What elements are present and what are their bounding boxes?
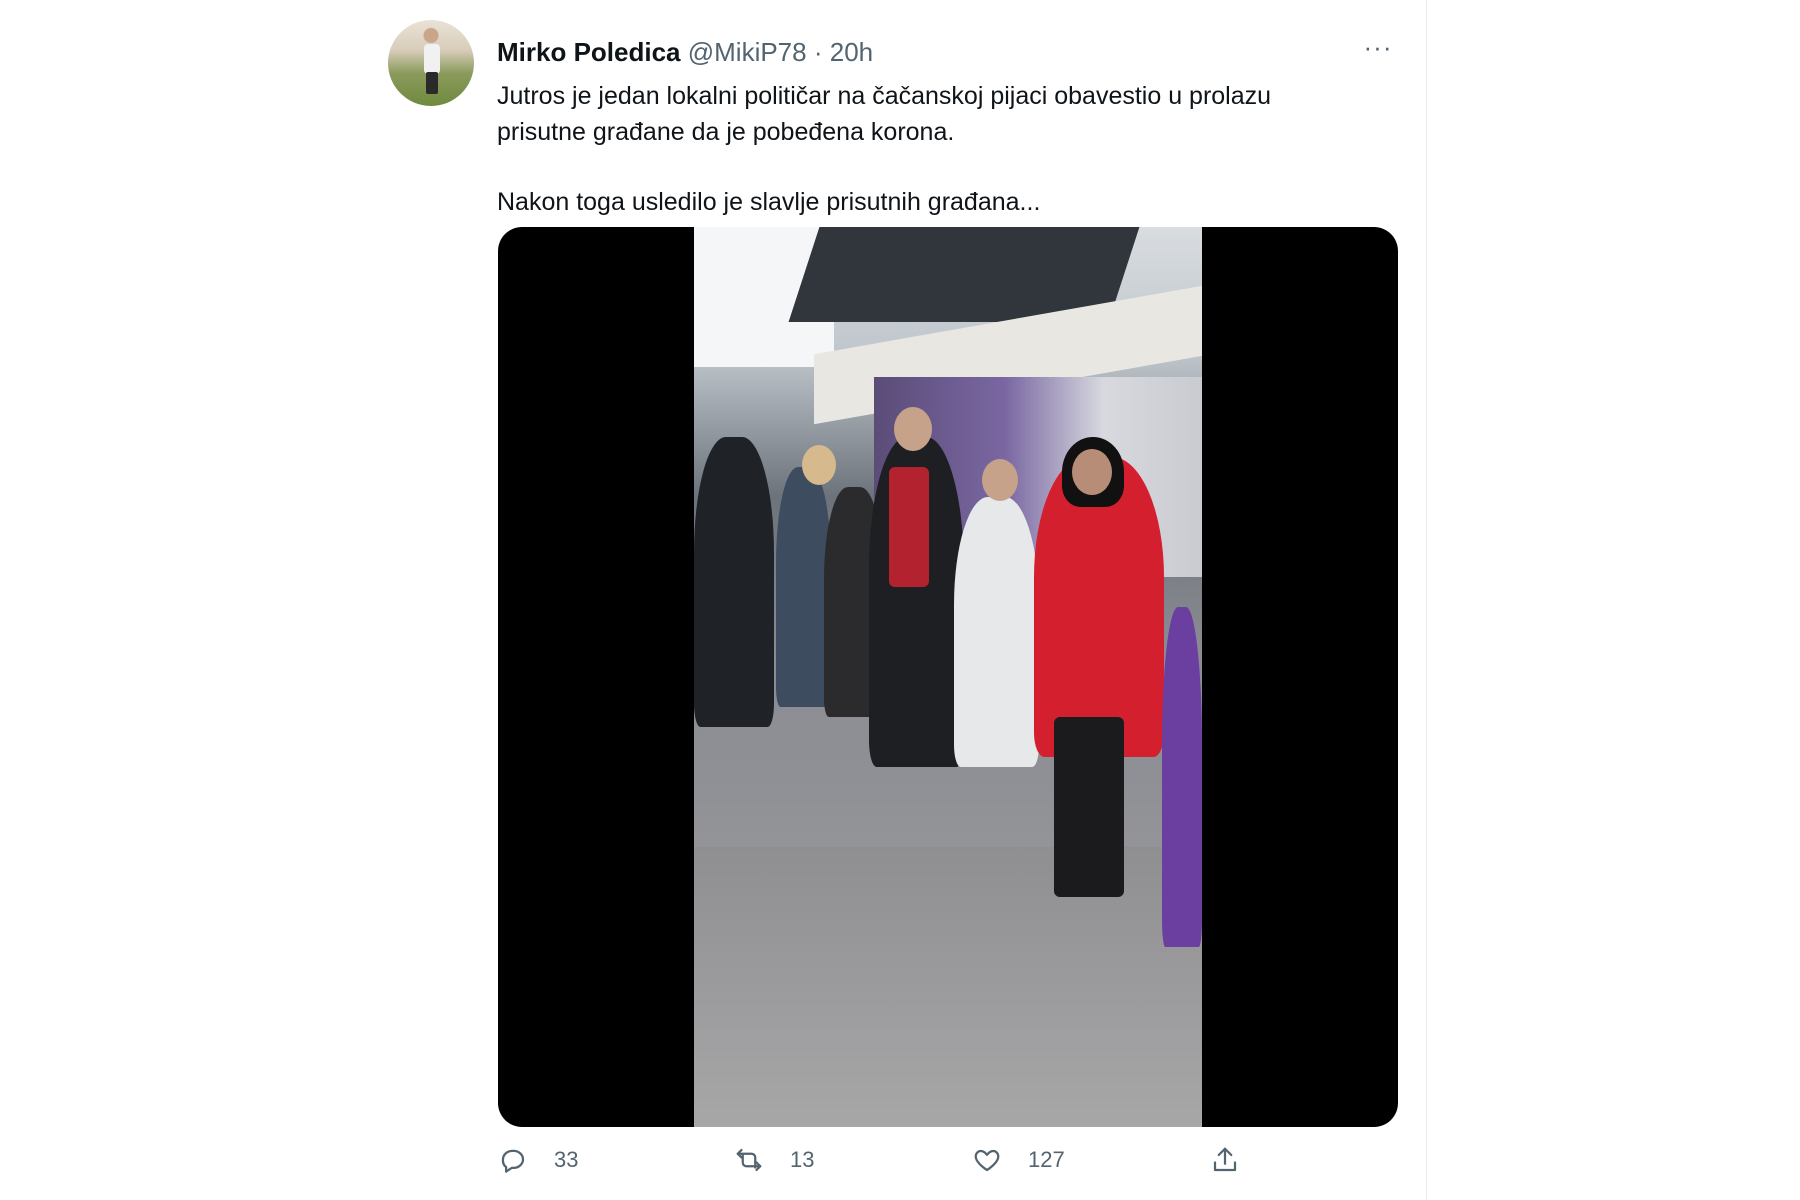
share-button[interactable]: [1210, 1140, 1240, 1180]
video-person: [954, 497, 1039, 767]
video-person-head: [894, 407, 932, 451]
author-handle[interactable]: @MikiP78: [688, 37, 807, 67]
video-person-legs: [1054, 717, 1124, 897]
tweet-text: Jutros je jedan lokalni političar na čač…: [497, 78, 1377, 220]
reply-icon: [501, 1149, 525, 1173]
video-person: [694, 437, 774, 727]
video-person-head: [802, 445, 836, 485]
video-person-head: [1072, 449, 1112, 495]
tweet-text-line: prisutne građane da je pobeđena korona.: [497, 118, 955, 146]
like-button[interactable]: 127: [972, 1140, 1065, 1180]
retweet-button[interactable]: 13: [734, 1140, 814, 1180]
avatar-figure-legs: [426, 72, 438, 94]
retweet-icon: [736, 1148, 762, 1172]
retweet-count: 13: [790, 1147, 815, 1172]
tweet-media[interactable]: [498, 227, 1398, 1127]
column-divider: [1426, 0, 1427, 1200]
tweet-text-line: Nakon toga usledilo je slavlje prisutnih…: [497, 188, 1041, 216]
heart-icon: [974, 1149, 1000, 1172]
tweet-actions: 33 13 127: [498, 1140, 1398, 1180]
tweet-text-line: Jutros je jedan lokalni političar na čač…: [497, 82, 1272, 110]
video-ground: [694, 847, 1202, 1127]
author-name[interactable]: Mirko Poledica: [497, 37, 681, 67]
video-person: [776, 467, 831, 707]
header-separator: ·: [813, 37, 823, 67]
tweet-header: Mirko Poledica @MikiP78 · 20h: [497, 36, 873, 68]
like-count: 127: [1028, 1147, 1065, 1172]
avatar[interactable]: [388, 20, 474, 106]
reply-button[interactable]: 33: [498, 1140, 578, 1180]
share-icon: [1213, 1147, 1237, 1172]
tweet-timestamp[interactable]: 20h: [830, 37, 873, 67]
avatar-figure-body: [424, 44, 440, 74]
video-person-shirt: [889, 467, 929, 587]
video-frame[interactable]: [694, 227, 1202, 1127]
video-person-head: [982, 459, 1018, 501]
tweet[interactable]: Mirko Poledica @MikiP78 · 20h ··· Jutros…: [388, 16, 1408, 1200]
more-icon[interactable]: ···: [1360, 32, 1396, 68]
video-person: [1162, 607, 1202, 947]
reply-count: 33: [554, 1147, 579, 1172]
